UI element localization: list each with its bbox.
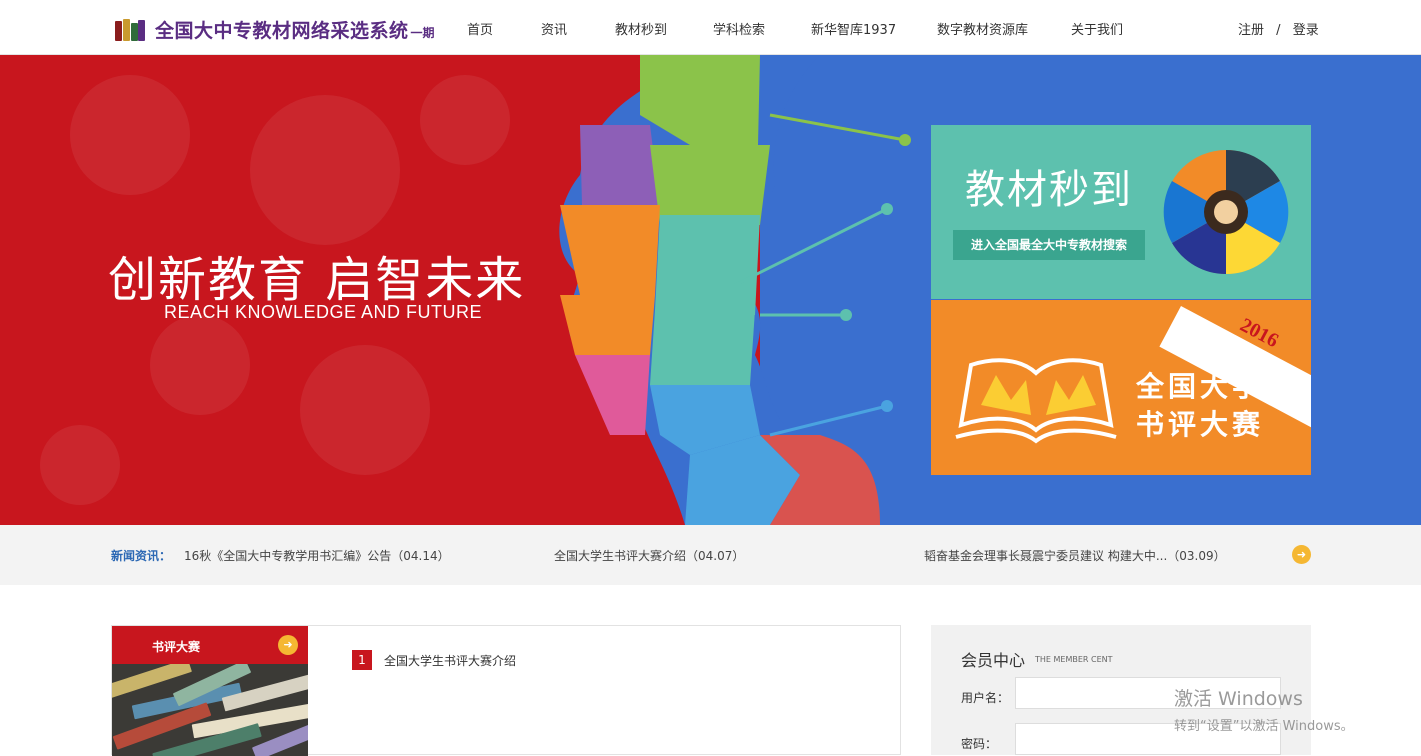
nav-digital-library[interactable]: 数字教材资源库	[937, 19, 1028, 38]
contest-title: 全国大学生 书评大赛	[1136, 368, 1296, 444]
auth-links: 注册 / 登录	[1238, 19, 1327, 38]
book-review-section: 书评大赛 ➜ 1 全国大学生书评大赛介绍	[111, 625, 901, 756]
windows-activation-watermark: 激活 Windows 转到“设置”以激活 Windows。	[1174, 684, 1354, 734]
nav-textbook-fast[interactable]: 教材秒到	[615, 19, 667, 38]
banner-slogan-en: REACH KNOWLEDGE AND FUTURE	[164, 302, 483, 322]
login-link[interactable]: 登录	[1293, 23, 1319, 38]
puzzle-head-illustration	[559, 55, 911, 525]
news-ticker: 新闻资讯： 16秋《全国大中专教学用书汇编》公告（04.14） 全国大学生书评大…	[0, 525, 1421, 585]
textbook-search-button[interactable]: 进入全国最全大中专教材搜索	[953, 230, 1145, 260]
open-book-icon	[955, 358, 1117, 444]
knowledge-wheel-icon	[1163, 149, 1289, 275]
books-logo-icon	[115, 18, 145, 41]
books-image	[112, 664, 308, 756]
list-item-number: 1	[352, 650, 372, 670]
book-review-title: 书评大赛	[152, 640, 201, 654]
logo-subtitle: 一期	[410, 26, 435, 40]
password-label: 密码：	[961, 737, 998, 751]
contest-title-line1: 全国大学生	[1136, 370, 1297, 403]
logo-title: 全国大中专教材网络采选系统	[155, 20, 409, 42]
member-center-title: 会员中心	[961, 651, 1026, 670]
nav-about[interactable]: 关于我们	[1071, 19, 1123, 38]
news-item[interactable]: 16秋《全国大中专教学用书汇编》公告（04.14）	[184, 547, 450, 564]
list-item[interactable]: 1 全国大学生书评大赛介绍	[352, 650, 516, 670]
news-item[interactable]: 韬奋基金会理事长聂震宁委员建议 构建大中...（03.09）	[924, 547, 1226, 564]
arrow-right-icon[interactable]: ➜	[1292, 545, 1311, 564]
nav-home[interactable]: 首页	[467, 19, 493, 38]
register-link[interactable]: 注册	[1238, 23, 1264, 38]
nav-xinhua-think-tank[interactable]: 新华智库1937	[811, 19, 896, 38]
hero-banner[interactable]: 创新教育 启智未来 REACH KNOWLEDGE AND FUTURE 教材秒…	[0, 55, 1421, 525]
list-item-text[interactable]: 全国大学生书评大赛介绍	[384, 652, 516, 669]
book-review-header: 书评大赛 ➜	[112, 626, 308, 664]
arrow-right-icon[interactable]: ➜	[278, 635, 298, 655]
banner-slogan: 创新教育 启智未来	[108, 252, 526, 308]
nav-news[interactable]: 资讯	[541, 19, 567, 38]
news-item[interactable]: 全国大学生书评大赛介绍（04.07）	[554, 547, 744, 564]
nav-subject-search[interactable]: 学科检索	[713, 19, 765, 38]
site-header: 全国大中专教材网络采选系统 一期 首页 资讯 教材秒到 学科检索 新华智库193…	[0, 0, 1421, 55]
contest-title-line2: 书评大赛	[1136, 408, 1265, 441]
member-center-subtitle: THE MEMBER CENT	[1035, 655, 1113, 664]
news-label: 新闻资讯：	[111, 549, 172, 563]
watermark-line2: 转到“设置”以激活 Windows。	[1174, 719, 1354, 734]
watermark-line1: 激活 Windows	[1174, 688, 1303, 710]
auth-separator: /	[1276, 23, 1281, 38]
textbook-fast-title: 教材秒到	[965, 167, 1133, 213]
textbook-fast-card[interactable]: 教材秒到 进入全国最全大中专教材搜索	[931, 125, 1311, 299]
book-review-contest-card[interactable]: 2016 全国大学生 书评大赛	[931, 300, 1311, 475]
site-logo[interactable]: 全国大中专教材网络采选系统 一期	[115, 16, 435, 43]
username-label: 用户名：	[961, 691, 1010, 705]
